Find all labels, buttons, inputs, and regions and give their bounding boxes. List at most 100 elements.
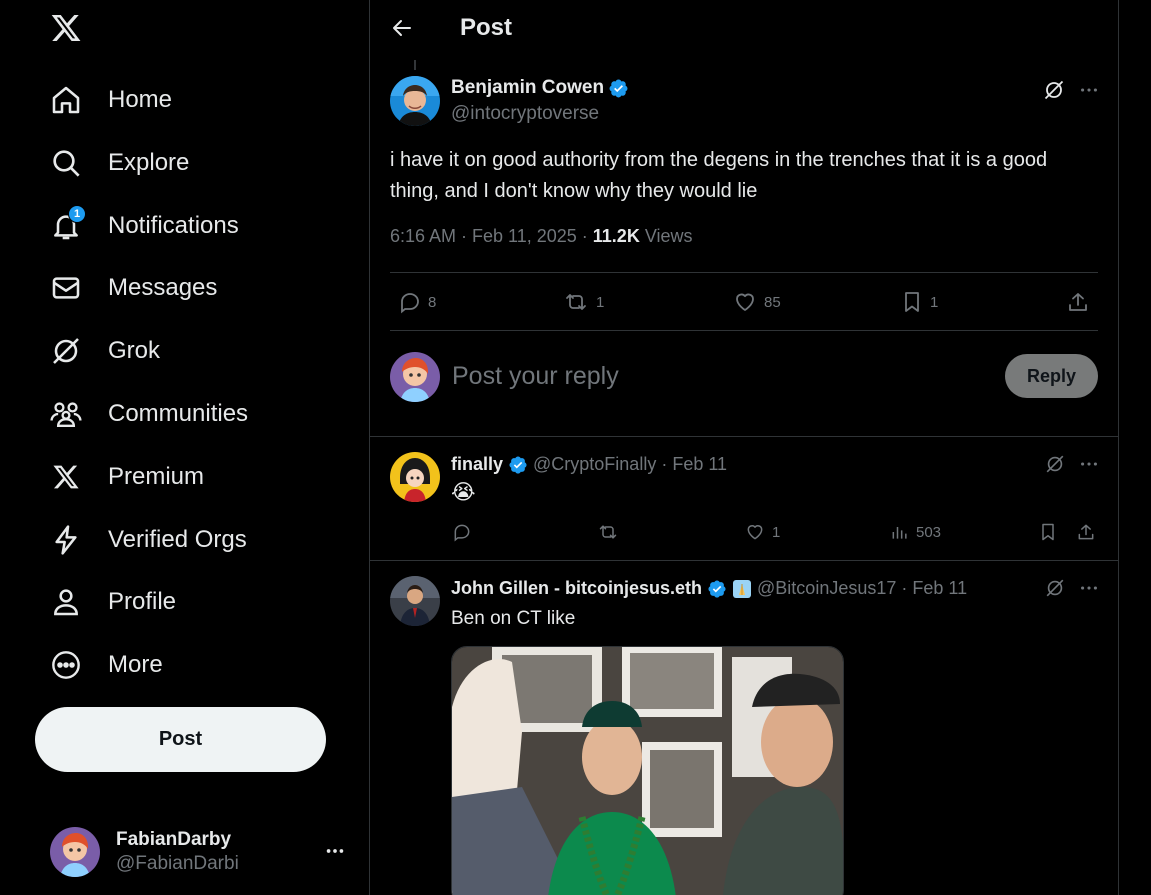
reply-top-actions	[1044, 577, 1100, 599]
grok-icon	[48, 333, 84, 369]
notification-badge: 1	[68, 205, 86, 223]
nav-messages-label: Messages	[108, 274, 218, 301]
share-action[interactable]	[1076, 522, 1096, 542]
like-count: 1	[772, 523, 781, 541]
grok-icon[interactable]	[1044, 453, 1066, 475]
views-label: Views	[644, 226, 693, 246]
like-action[interactable]: 85	[732, 290, 781, 314]
nav-communities[interactable]: Communities	[48, 389, 248, 439]
like-action[interactable]: 1	[744, 522, 780, 542]
sidebar: Home Explore 1 Notifications Messages Gr…	[0, 0, 370, 895]
divider	[370, 560, 1118, 561]
nav-explore-label: Explore	[108, 149, 190, 176]
share-icon	[1066, 290, 1090, 314]
reply-author-name[interactable]: John Gillen - bitcoinjesus.eth	[451, 578, 702, 599]
reply-icon	[452, 522, 472, 542]
x-logo-icon	[48, 459, 84, 495]
nav-communities-label: Communities	[108, 400, 249, 427]
nav-grok-label: Grok	[108, 337, 161, 364]
nav-premium[interactable]: Premium	[48, 452, 204, 502]
repost-action[interactable]: 1	[562, 290, 604, 314]
reply-avatar[interactable]	[390, 452, 440, 502]
bookmark-action[interactable]	[1038, 522, 1058, 542]
bell-icon: 1	[48, 205, 86, 244]
grok-icon[interactable]	[1044, 577, 1066, 599]
share-action[interactable]	[1066, 290, 1090, 314]
more-horizontal-icon[interactable]	[324, 840, 346, 862]
nav-more-label: More	[108, 651, 163, 678]
bookmark-icon	[900, 290, 924, 314]
nav-grok[interactable]: Grok	[48, 326, 160, 376]
reply-icon	[398, 290, 422, 314]
reply-author-handle[interactable]: @CryptoFinally	[533, 454, 656, 475]
grok-icon[interactable]	[1042, 78, 1066, 102]
nav-home-label: Home	[108, 86, 173, 113]
nav-more[interactable]: More	[48, 640, 163, 690]
reply-date[interactable]: · Feb 11	[661, 454, 727, 475]
reply-action[interactable]: 8	[398, 290, 436, 314]
nav-notifications[interactable]: 1 Notifications	[48, 201, 239, 251]
reply-composer: Post your reply Reply	[390, 352, 1098, 404]
more-horizontal-icon[interactable]	[1078, 79, 1100, 101]
views-action[interactable]: 503	[890, 522, 941, 542]
nav-notifications-label: Notifications	[108, 212, 239, 239]
repost-action[interactable]	[596, 522, 620, 542]
x-logo-icon[interactable]	[49, 12, 87, 50]
tweet-meta: 6:16 AM · Feb 11, 2025 · 11.2K Views	[390, 226, 693, 247]
divider	[390, 330, 1098, 331]
main-column: Post Benjamin Cowen @intocryptoverse i h…	[369, 0, 1119, 895]
nav-verified-orgs-label: Verified Orgs	[108, 526, 247, 553]
like-count: 85	[764, 293, 781, 311]
reply-avatar[interactable]	[390, 576, 440, 626]
tweet-timestamp[interactable]: 6:16 AM · Feb 11, 2025 ·	[390, 226, 593, 246]
reply-body: Ben on CT like	[451, 608, 576, 629]
more-horizontal-icon[interactable]	[1078, 577, 1100, 599]
nav-verified-orgs[interactable]: Verified Orgs	[48, 515, 247, 565]
account-switcher[interactable]: FabianDarby @FabianDarbi	[50, 826, 350, 878]
avatar	[390, 352, 440, 402]
repost-icon	[562, 290, 590, 314]
lightning-icon	[48, 522, 84, 558]
avatar	[50, 827, 100, 877]
divider	[370, 436, 1118, 437]
more-circle-icon	[48, 647, 84, 683]
bookmark-action[interactable]: 1	[900, 290, 938, 314]
prayer-emoji-icon	[732, 579, 752, 599]
envelope-icon	[48, 270, 84, 306]
reply-header: finally @CryptoFinally · Feb 11	[451, 454, 727, 475]
reply-button[interactable]: Reply	[1005, 354, 1098, 398]
views-count[interactable]: 11.2K	[593, 226, 640, 246]
tweet-action-bar: 8 1 85 1	[390, 286, 1100, 318]
repost-count: 1	[596, 293, 605, 311]
communities-icon	[48, 396, 84, 432]
post-button[interactable]: Post	[35, 707, 326, 772]
nav-profile[interactable]: Profile	[48, 577, 176, 627]
share-icon	[1076, 522, 1096, 542]
tweet-top-actions	[1042, 78, 1100, 102]
reply-photo[interactable]	[451, 646, 844, 895]
reply-date[interactable]: · Feb 11	[901, 578, 967, 599]
post-header: Post	[370, 0, 1118, 56]
bookmark-count: 1	[930, 293, 939, 311]
author-name-row[interactable]: Benjamin Cowen	[451, 77, 629, 99]
bookmark-icon	[1038, 522, 1058, 542]
analytics-icon	[890, 522, 910, 542]
reply-top-actions	[1044, 453, 1100, 475]
reply-author-handle[interactable]: @BitcoinJesus17	[757, 578, 896, 599]
account-handle: @FabianDarbi	[116, 853, 239, 874]
nav-messages[interactable]: Messages	[48, 263, 217, 313]
author-handle[interactable]: @intocryptoverse	[451, 103, 599, 125]
reply-action[interactable]	[452, 522, 472, 542]
search-icon	[48, 145, 84, 181]
repost-icon	[596, 522, 620, 542]
nav-explore[interactable]: Explore	[48, 138, 189, 188]
author-avatar[interactable]	[390, 76, 440, 126]
nav-home[interactable]: Home	[48, 75, 172, 125]
heart-icon	[744, 522, 766, 542]
verified-badge-icon	[508, 455, 528, 475]
reply-author-name[interactable]: finally	[451, 454, 503, 475]
more-horizontal-icon[interactable]	[1078, 453, 1100, 475]
back-arrow-icon[interactable]	[390, 16, 416, 42]
reply-header: John Gillen - bitcoinjesus.eth @BitcoinJ…	[451, 578, 967, 599]
reply-input[interactable]: Post your reply	[452, 362, 619, 391]
